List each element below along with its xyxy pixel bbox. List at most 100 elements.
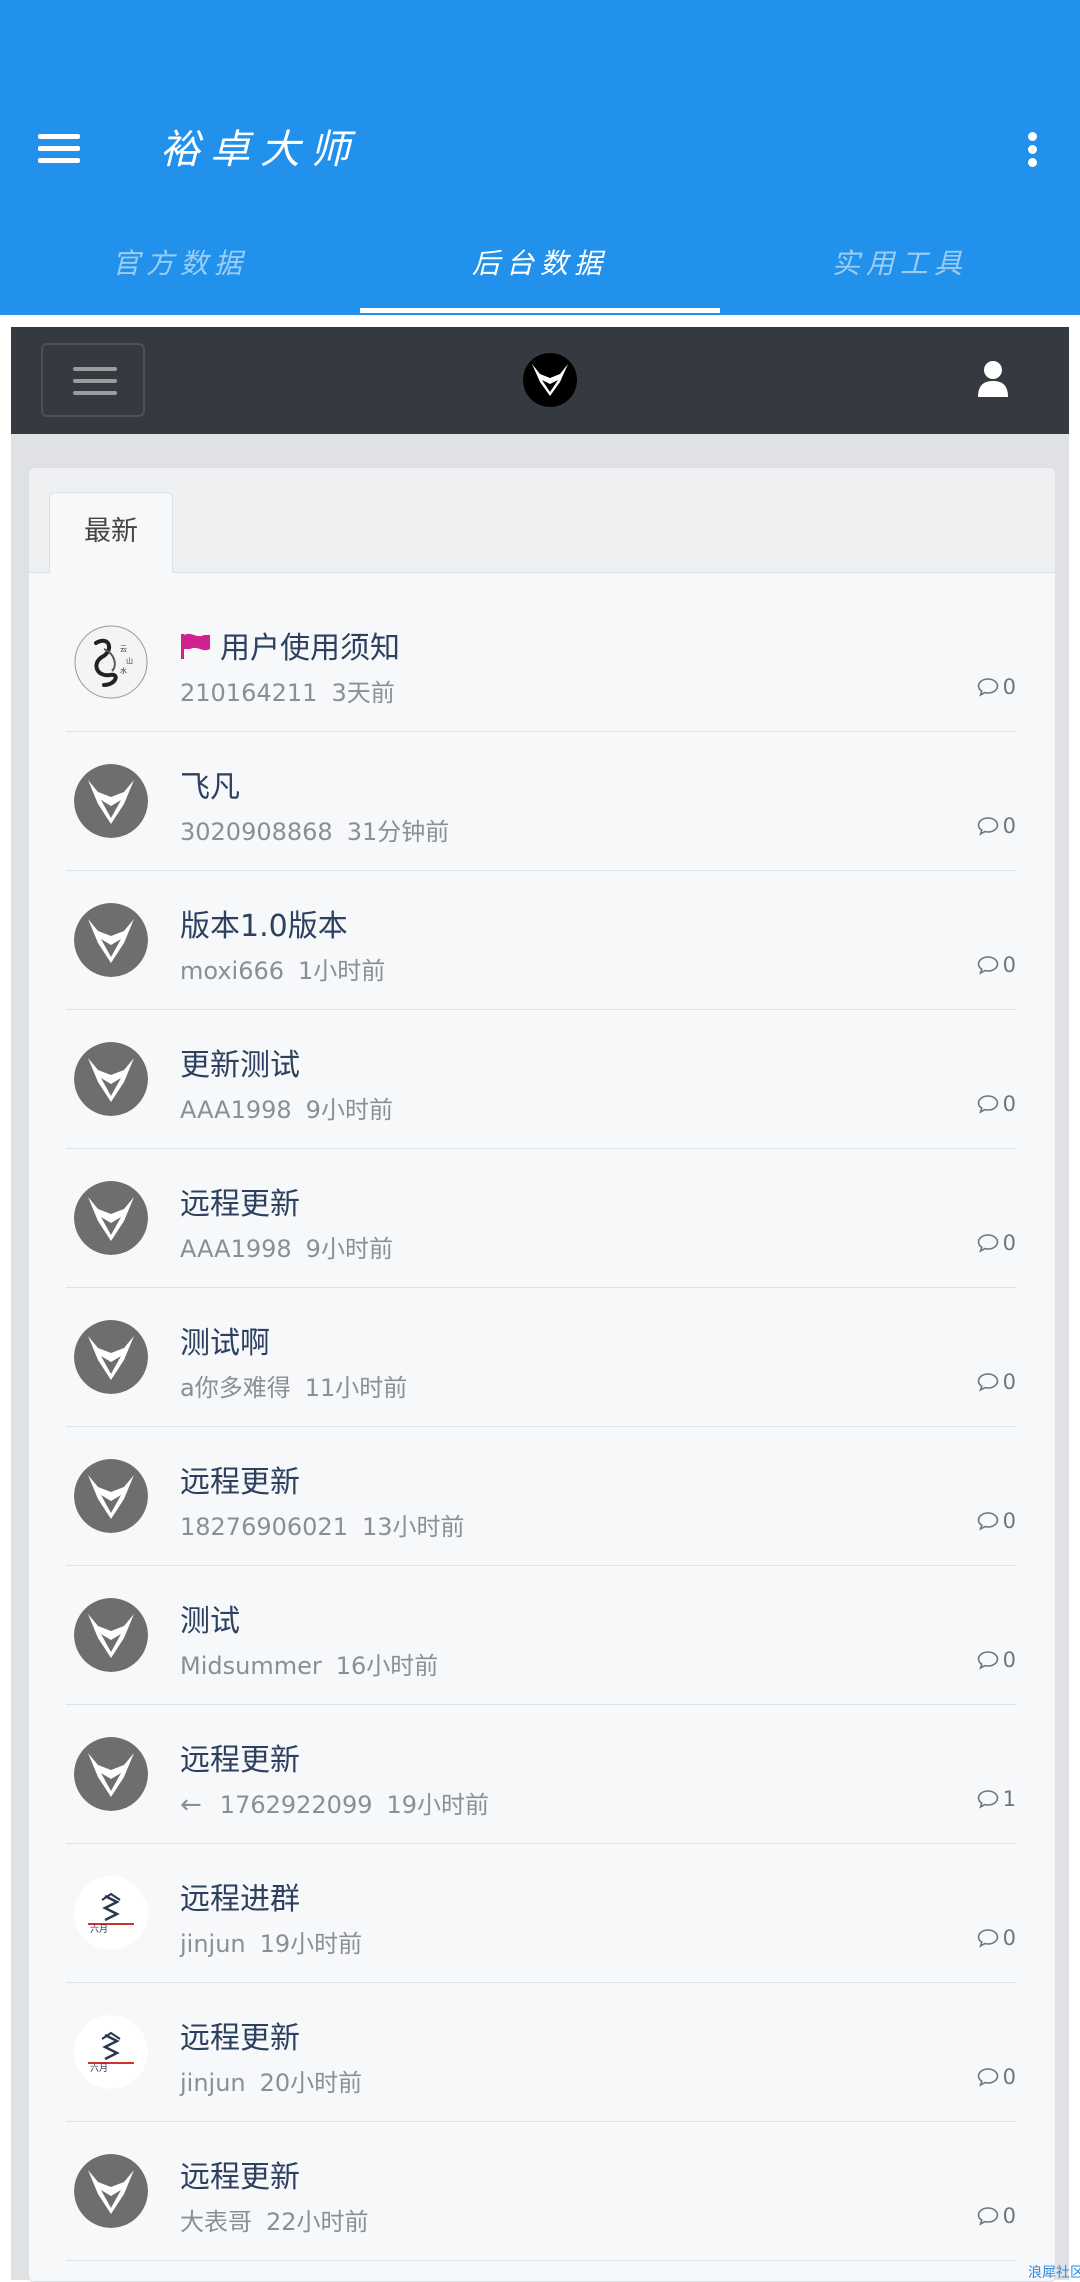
comment-count: 0	[977, 1648, 1016, 1672]
avatar[interactable]	[74, 1320, 148, 1394]
thread-title-text[interactable]: 远程更新	[180, 2021, 300, 2056]
comment-icon	[977, 1095, 998, 1114]
menu-icon[interactable]	[38, 132, 82, 166]
thread-title[interactable]: 远程更新	[180, 1457, 300, 1501]
thread-meta: 18276906021 13小时前	[180, 1507, 465, 1542]
site-logo[interactable]	[522, 352, 578, 408]
thread-row[interactable]: 更新测试 AAA1998 9小时前 0	[66, 1010, 1016, 1149]
thread-author[interactable]: 210164211	[180, 679, 317, 707]
tab-backend-data[interactable]: 后台数据	[360, 228, 720, 315]
thread-meta: moxi666 1小时前	[180, 951, 385, 986]
thread-title[interactable]: 飞凡	[180, 762, 240, 806]
comment-count-value: 1	[1002, 1787, 1016, 1811]
tab-official-data[interactable]: 官方数据	[0, 228, 360, 315]
thread-title-text[interactable]: 飞凡	[180, 770, 240, 805]
thread-title-text[interactable]: 版本1.0版本	[180, 909, 348, 944]
comment-count: 0	[977, 675, 1016, 699]
thread-meta: 大表哥 22小时前	[180, 2202, 369, 2237]
thread-row[interactable]: 远程更新大表哥 22小时前 0	[66, 2122, 1016, 2261]
thread-meta: a你多难得 11小时前	[180, 1368, 407, 1403]
thread-meta: 210164211 3天前	[180, 673, 395, 708]
navbar-toggle-button[interactable]	[41, 343, 145, 417]
thread-title[interactable]: 远程更新	[180, 2013, 300, 2057]
thread-title-text[interactable]: 远程更新	[180, 2160, 300, 2195]
thread-title[interactable]: 远程更新	[180, 2152, 300, 2196]
thread-title[interactable]: 测试啊	[180, 1318, 270, 1362]
thread-row[interactable]: 远程更新 AAA1998 9小时前 0	[66, 1149, 1016, 1288]
thread-title-text[interactable]: 测试	[180, 1604, 240, 1639]
thread-title-text[interactable]: 用户使用须知	[220, 631, 400, 666]
comment-count: 0	[977, 2204, 1016, 2228]
thread-row[interactable]: 飞凡 3020908868 31分钟前 0	[66, 732, 1016, 871]
thread-title-text[interactable]: 远程更新	[180, 1187, 300, 1222]
thread-author[interactable]: jinjun	[180, 1930, 246, 1958]
svg-text:六月: 六月	[90, 2062, 108, 2074]
thread-author[interactable]: jinjun	[180, 2069, 246, 2097]
comment-count-value: 0	[1002, 1648, 1016, 1672]
thread-author[interactable]: Midsummer	[180, 1652, 322, 1680]
comment-count: 0	[977, 814, 1016, 838]
avatar[interactable]: 六月	[74, 2015, 148, 2089]
thread-time: 9小时前	[305, 1235, 393, 1263]
thread-title[interactable]: 测试	[180, 1596, 240, 1640]
thread-author[interactable]: 3020908868	[180, 818, 333, 846]
thread-row[interactable]: 远程更新 18276906021 13小时前 0	[66, 1427, 1016, 1566]
comment-count-value: 0	[1002, 953, 1016, 977]
avatar[interactable]	[74, 2154, 148, 2228]
thread-author[interactable]: moxi666	[180, 957, 284, 985]
thread-row[interactable]: 远程更新 ← 1762922099 19小时前 1	[66, 1705, 1016, 1844]
thread-row[interactable]: 测试啊 a你多难得 11小时前 0	[66, 1288, 1016, 1427]
thread-row[interactable]: 六月 远程进群 jinjun 19小时前 0	[66, 1844, 1016, 1983]
thread-row[interactable]: 测试 Midsummer 16小时前 0	[66, 1566, 1016, 1705]
tab-utilities[interactable]: 实用工具	[720, 228, 1080, 315]
thread-title[interactable]: 版本1.0版本	[180, 901, 348, 945]
thread-row[interactable]: 版本1.0版本 moxi666 1小时前 0	[66, 871, 1016, 1010]
avatar[interactable]	[74, 764, 148, 838]
comment-icon	[977, 678, 998, 697]
thread-title[interactable]: 远程更新	[180, 1179, 300, 1223]
avatar[interactable]: 六月	[74, 1876, 148, 1950]
comment-count-value: 0	[1002, 1231, 1016, 1255]
avatar[interactable]	[74, 1042, 148, 1116]
comment-count-value: 0	[1002, 1092, 1016, 1116]
thread-title-text[interactable]: 测试啊	[180, 1326, 270, 1361]
comment-icon	[977, 1373, 998, 1392]
thread-meta: jinjun 20小时前	[180, 2063, 362, 2098]
thread-author[interactable]: 1762922099	[220, 1791, 373, 1819]
thread-row[interactable]: 云山水 用户使用须知 210164211 3天前 0	[66, 593, 1016, 732]
comment-icon	[977, 1651, 998, 1670]
app-title: 裕卓大师	[160, 127, 360, 173]
thread-row[interactable]: 六月 远程更新 jinjun 20小时前 0	[66, 1983, 1016, 2122]
user-icon[interactable]	[977, 360, 1009, 398]
more-options-icon[interactable]	[1018, 128, 1048, 172]
thread-author[interactable]: AAA1998	[180, 1235, 292, 1263]
avatar[interactable]	[74, 1181, 148, 1255]
thread-meta: AAA1998 9小时前	[180, 1090, 393, 1125]
comment-icon	[977, 2207, 998, 2226]
avatar[interactable]	[74, 1737, 148, 1811]
thread-author[interactable]: 18276906021	[180, 1513, 348, 1541]
avatar[interactable]	[74, 903, 148, 977]
thread-time: 31分钟前	[346, 818, 450, 846]
thread-author[interactable]: 大表哥	[180, 2208, 252, 2236]
thread-author[interactable]: AAA1998	[180, 1096, 292, 1124]
avatar[interactable]	[74, 1598, 148, 1672]
comment-count-value: 0	[1002, 814, 1016, 838]
comment-count-value: 0	[1002, 1370, 1016, 1394]
thread-title-text[interactable]: 远程进群	[180, 1882, 300, 1917]
comment-icon	[977, 1929, 998, 1948]
thread-title[interactable]: 远程进群	[180, 1874, 300, 1918]
thread-title-text[interactable]: 更新测试	[180, 1048, 300, 1083]
avatar[interactable]: 云山水	[74, 625, 148, 699]
thread-title[interactable]: 远程更新	[180, 1735, 300, 1779]
avatar[interactable]	[74, 1459, 148, 1533]
thread-author[interactable]: a你多难得	[180, 1374, 291, 1402]
thread-title-text[interactable]: 远程更新	[180, 1743, 300, 1778]
thread-title-text[interactable]: 远程更新	[180, 1465, 300, 1500]
thread-time: 16小时前	[335, 1652, 439, 1680]
thread-title[interactable]: 用户使用须知	[180, 623, 400, 667]
card-header: 最新	[29, 468, 1055, 573]
thread-title[interactable]: 更新测试	[180, 1040, 300, 1084]
tab-latest[interactable]: 最新	[49, 492, 173, 573]
comment-count-value: 0	[1002, 1926, 1016, 1950]
